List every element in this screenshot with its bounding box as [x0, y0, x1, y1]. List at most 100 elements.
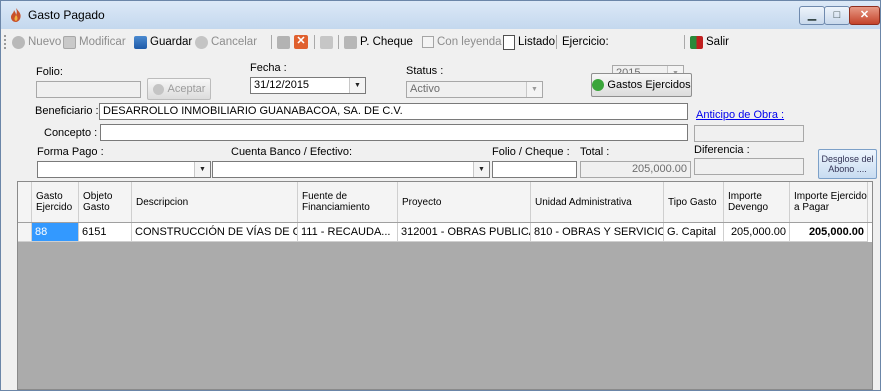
beneficiario-label: Beneficiario : [35, 105, 99, 117]
p-cheque-label: P. Cheque [360, 36, 413, 48]
folio-cheque-label: Folio / Cheque : [492, 146, 570, 158]
print-preview-icon [277, 35, 290, 49]
guardar-button[interactable]: Guardar [134, 34, 192, 50]
con-leyenda-label: Con leyenda [437, 36, 502, 48]
col-proyecto[interactable]: Proyecto [398, 182, 531, 222]
anticipo-field[interactable] [694, 125, 804, 142]
p-cheque-button[interactable]: P. Cheque [344, 34, 413, 50]
salir-button[interactable]: Salir [690, 34, 729, 50]
toolbar-separator [314, 35, 315, 49]
document-icon [503, 34, 515, 50]
minimize-icon: ▁ [807, 9, 817, 21]
exit-icon [690, 35, 703, 49]
checkbox-icon [422, 36, 434, 48]
total-label: Total : [580, 146, 610, 158]
col-descripcion[interactable]: Descripcion [132, 182, 298, 222]
status-select[interactable]: Activo ▼ [406, 81, 543, 98]
cell-unidad[interactable]: 810 - OBRAS Y SERVICIO... [531, 223, 664, 242]
status-label: Status : [406, 65, 444, 77]
modificar-icon [63, 35, 76, 49]
modificar-button[interactable]: Modificar [63, 34, 126, 50]
toolbar: Nuevo Modificar Guardar Cancelar ✕ P. Ch… [1, 29, 880, 82]
col-importe-devengo[interactable]: Importe Devengo [724, 182, 790, 222]
guardar-label: Guardar [150, 36, 193, 48]
tools-icon [320, 35, 333, 49]
nuevo-label: Nuevo [28, 36, 62, 48]
row-selector[interactable] [18, 223, 32, 242]
ejercicio-label: Ejercicio: [562, 36, 609, 48]
maximize-button[interactable]: □ [824, 6, 850, 25]
aceptar-label: Aceptar [167, 83, 206, 95]
cell-descripcion[interactable]: CONSTRUCCIÓN DE VÍAS DE COM... [132, 223, 298, 242]
printer-icon [344, 35, 357, 49]
chevron-down-icon: ▼ [473, 162, 489, 177]
add-icon [592, 79, 605, 91]
status-value: Activo [410, 83, 440, 95]
toolbar-separator [684, 35, 685, 49]
cancelar-icon [195, 35, 208, 49]
diferencia-label: Diferencia : [694, 144, 750, 156]
salir-label: Salir [706, 36, 730, 48]
cuenta-select[interactable]: ▼ [212, 161, 490, 178]
gastos-grid[interactable]: Gasto Ejercido Objeto Gasto Descripcion … [17, 181, 873, 390]
col-objeto-gasto[interactable]: Objeto Gasto [79, 182, 132, 222]
nuevo-button[interactable]: Nuevo [12, 34, 61, 50]
cell-proyecto[interactable]: 312001 - OBRAS PUBLICA... [398, 223, 531, 242]
col-fuente[interactable]: Fuente de Financiamiento [298, 182, 398, 222]
delete-icon: ✕ [294, 35, 308, 49]
desglose-abono-button[interactable]: Desglose del Abono .... [818, 149, 877, 179]
fecha-label: Fecha : [250, 62, 287, 74]
chevron-down-icon: ▼ [194, 162, 210, 177]
forma-pago-label: Forma Pago : [37, 146, 104, 158]
listado-label: Listado [518, 36, 556, 48]
beneficiario-field[interactable]: DESARROLLO INMOBILIARIO GUANABACOA, SA. … [99, 103, 688, 120]
folio-cheque-field[interactable] [492, 161, 577, 178]
gastos-ejercidos-button[interactable]: Gastos Ejercidos [591, 73, 692, 97]
minimize-button[interactable]: ▁ [799, 6, 825, 25]
desglose-label-line2: Abono .... [828, 164, 867, 174]
check-icon [152, 83, 164, 95]
app-flame-icon [11, 8, 21, 22]
col-unidad[interactable]: Unidad Administrativa [531, 182, 664, 222]
col-importe-pagar[interactable]: Importe Ejercido a Pagar [790, 182, 868, 222]
diferencia-field[interactable] [694, 158, 804, 175]
cancelar-button[interactable]: Cancelar [195, 34, 257, 50]
anticipo-de-obra-link[interactable]: Anticipo de Obra : [696, 109, 784, 121]
modificar-label: Modificar [79, 36, 126, 48]
con-leyenda-checkbox[interactable]: Con leyenda [422, 34, 502, 50]
toolbar-separator [271, 35, 272, 49]
tools-button[interactable] [320, 34, 336, 50]
listado-button[interactable]: Listado [503, 34, 555, 50]
chevron-down-icon: ▼ [526, 82, 542, 97]
cell-gasto-ejercido[interactable]: 88 [32, 223, 79, 242]
row-header-corner [18, 182, 32, 222]
cell-importe-pagar[interactable]: 205,000.00 [790, 223, 868, 242]
cell-importe-devengo[interactable]: 205,000.00 [724, 223, 790, 242]
print-preview-button[interactable] [277, 34, 293, 50]
toolbar-grip[interactable] [4, 35, 8, 49]
table-row[interactable]: 88 6151 CONSTRUCCIÓN DE VÍAS DE COM... 1… [18, 223, 872, 242]
cell-tipo-gasto[interactable]: G. Capital [664, 223, 724, 242]
window-title: Gasto Pagado [28, 8, 105, 22]
cuenta-label: Cuenta Banco / Efectivo: [231, 146, 353, 158]
folio-label: Folio: [36, 66, 63, 78]
nuevo-icon [12, 35, 25, 49]
forma-pago-select[interactable]: ▼ [37, 161, 211, 178]
close-window-button[interactable]: ✕ [849, 6, 880, 25]
title-bar[interactable]: Gasto Pagado ▁ □ ✕ [1, 1, 880, 29]
folio-field[interactable] [36, 81, 141, 98]
gastos-ejercidos-label: Gastos Ejercidos [607, 79, 691, 91]
fecha-picker[interactable]: 31/12/2015 ▼ [250, 77, 366, 94]
col-gasto-ejercido[interactable]: Gasto Ejercido [32, 182, 79, 222]
cancelar-label: Cancelar [211, 36, 258, 48]
close-icon: ✕ [859, 9, 870, 21]
cell-objeto-gasto[interactable]: 6151 [79, 223, 132, 242]
aceptar-button[interactable]: Aceptar [147, 78, 211, 100]
delete-button[interactable]: ✕ [294, 34, 311, 50]
concepto-field[interactable] [100, 124, 688, 141]
calendar-dropdown-icon: ▼ [349, 78, 365, 93]
gasto-pagado-window: Gasto Pagado ▁ □ ✕ Nuevo Modificar Guard… [0, 0, 881, 391]
total-field[interactable]: 205,000.00 [580, 161, 691, 178]
cell-fuente[interactable]: 111 - RECAUDA... [298, 223, 398, 242]
col-tipo-gasto[interactable]: Tipo Gasto [664, 182, 724, 222]
